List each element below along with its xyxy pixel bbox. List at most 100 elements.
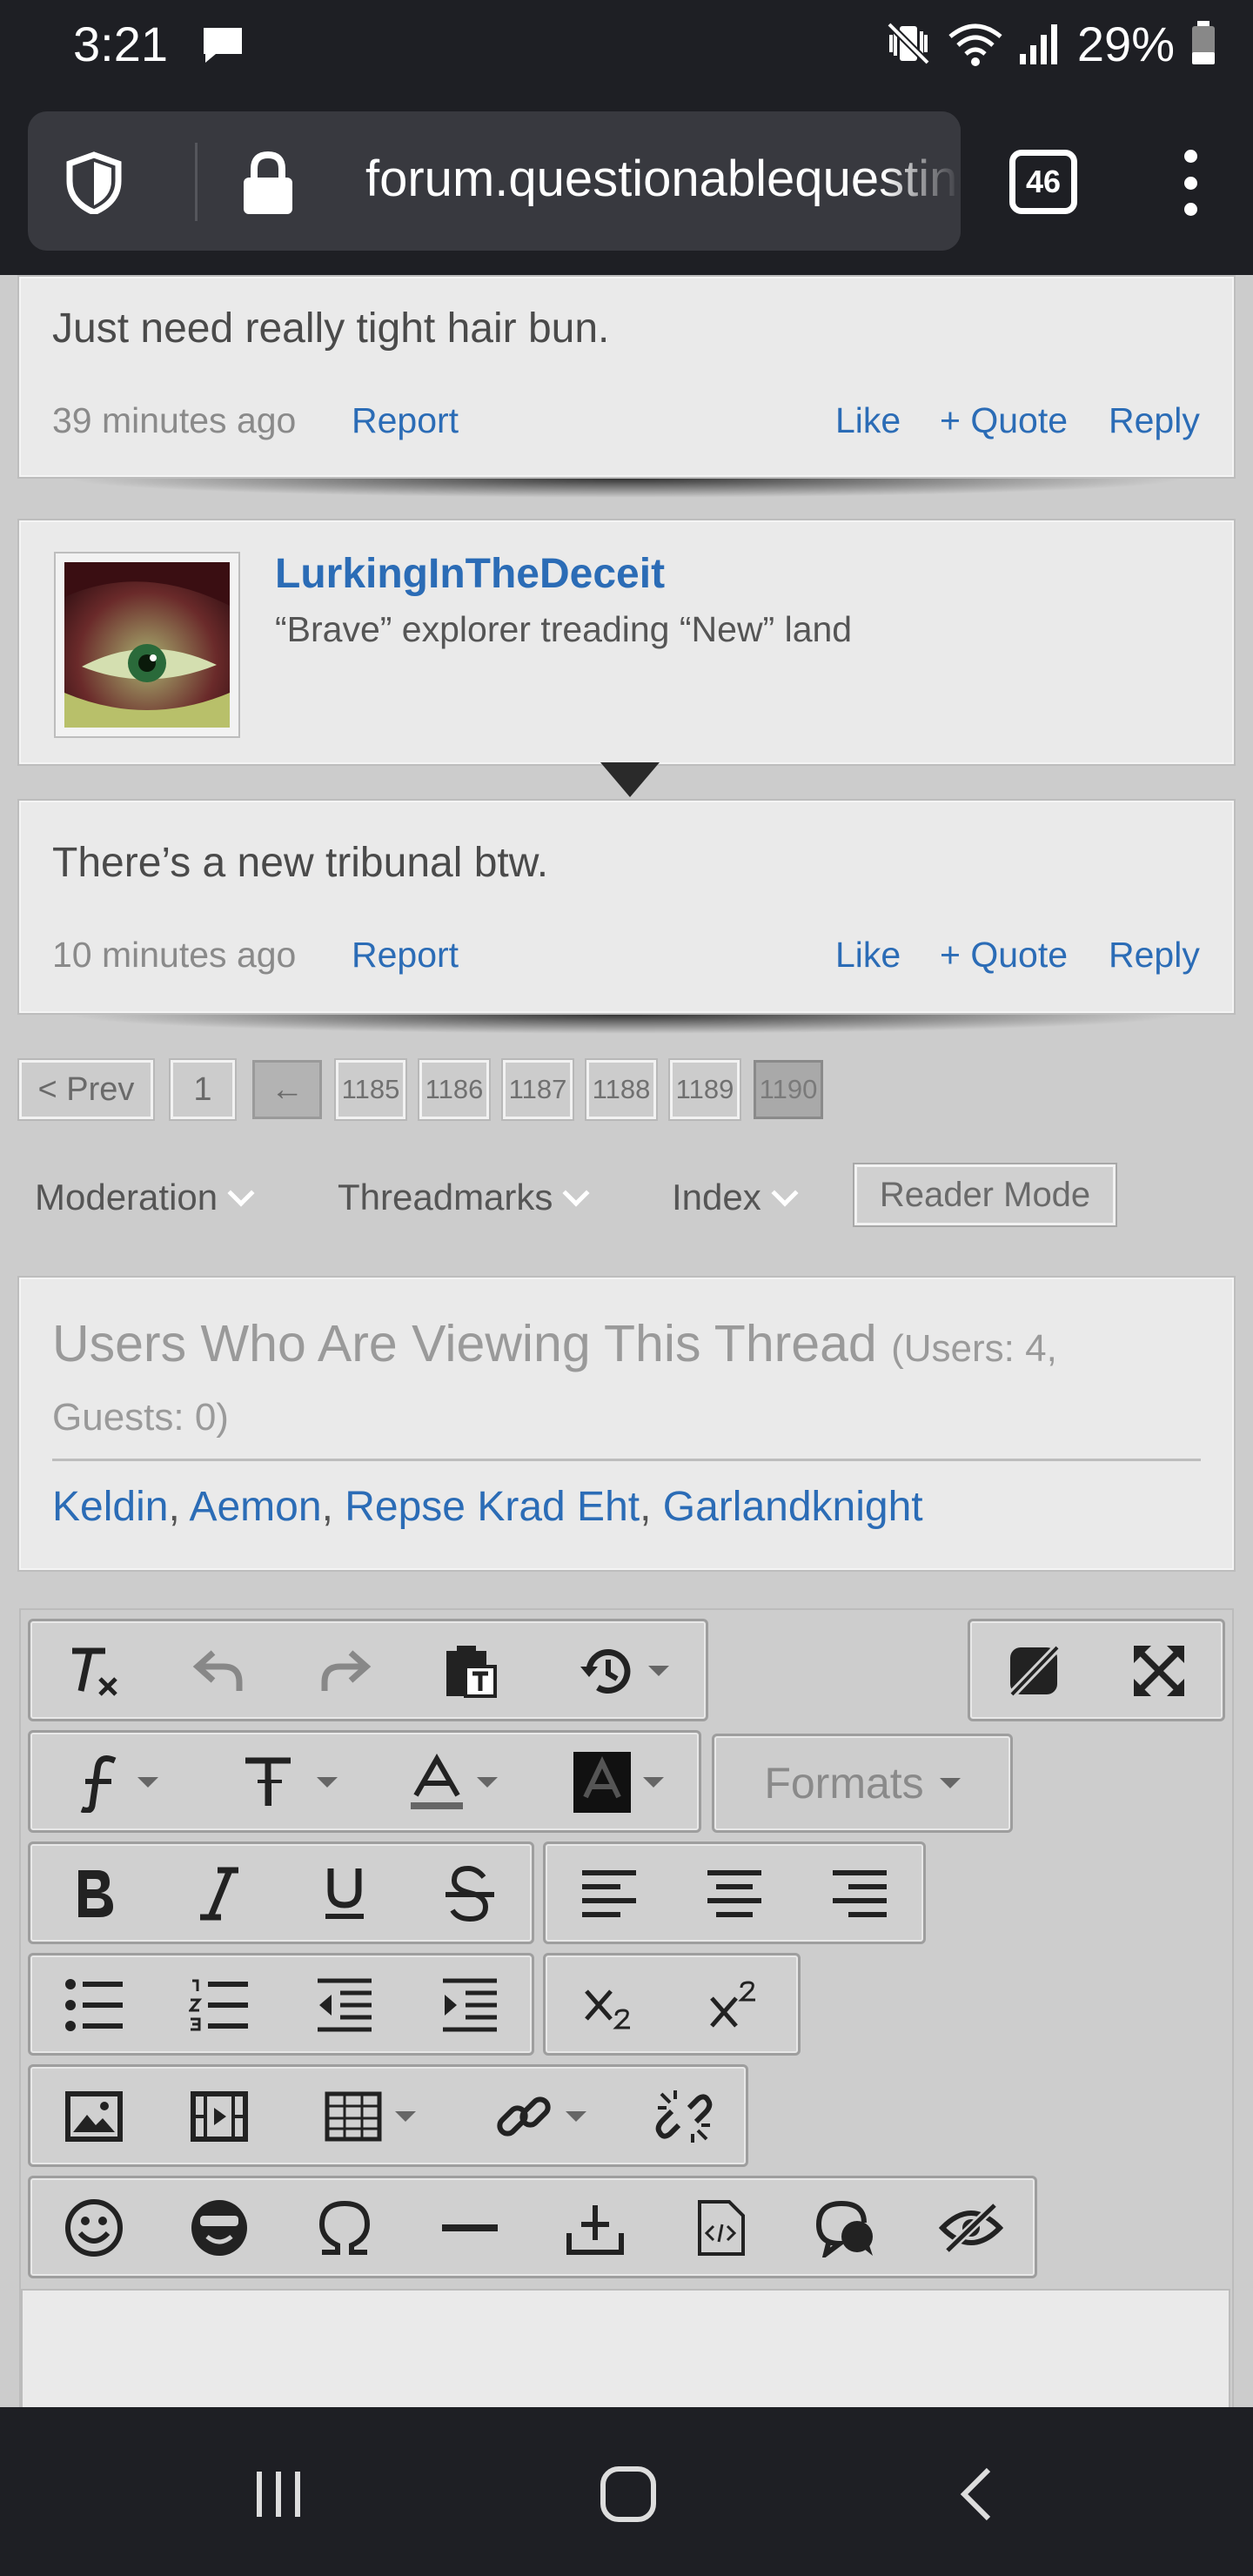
- reply-link[interactable]: Reply: [1109, 400, 1200, 441]
- caret-down-icon: [939, 1778, 961, 1788]
- remove-format-icon[interactable]: [50, 1627, 137, 1714]
- home-icon[interactable]: [576, 2442, 680, 2546]
- image-icon[interactable]: [50, 2073, 137, 2160]
- report-link[interactable]: Report: [352, 400, 459, 441]
- page-jump-button[interactable]: ←: [252, 1060, 322, 1119]
- page-link[interactable]: 1185: [336, 1060, 405, 1119]
- back-icon[interactable]: [926, 2442, 1030, 2546]
- threadmarks-menu[interactable]: Threadmarks: [338, 1177, 590, 1218]
- page-link[interactable]: 1186: [419, 1060, 489, 1119]
- chevron-down-icon: [771, 1179, 799, 1207]
- vibrate-mute-icon: [887, 22, 930, 65]
- smilie-icon[interactable]: [50, 2184, 137, 2271]
- strikethrough-icon[interactable]: [426, 1850, 513, 1937]
- code-icon[interactable]: [677, 2184, 764, 2271]
- recent-apps-icon[interactable]: [226, 2442, 331, 2546]
- unlink-icon[interactable]: [640, 2073, 727, 2160]
- viewer-link[interactable]: Garlandknight: [663, 1484, 923, 1530]
- menu-dot: [1183, 150, 1197, 163]
- outdent-icon[interactable]: [301, 1962, 388, 2049]
- tab-count-button[interactable]: 46: [1009, 150, 1077, 214]
- align-left-icon[interactable]: [566, 1850, 653, 1937]
- message-input[interactable]: [21, 2289, 1230, 2411]
- indent-icon[interactable]: [426, 1962, 513, 2049]
- spoiler-icon[interactable]: [928, 2184, 1015, 2271]
- chevron-down-icon: [562, 1179, 590, 1207]
- horizontal-rule-icon[interactable]: [426, 2184, 513, 2271]
- italic-icon[interactable]: [176, 1850, 263, 1937]
- quote-icon[interactable]: [802, 2184, 889, 2271]
- page-link[interactable]: 1189: [670, 1060, 740, 1119]
- subscript-icon[interactable]: [566, 1962, 653, 2049]
- font-family-icon[interactable]: [50, 1739, 181, 1826]
- battery-percent: 29%: [1076, 16, 1175, 71]
- reader-mode-button[interactable]: Reader Mode: [854, 1164, 1116, 1225]
- redo-icon[interactable]: [301, 1627, 388, 1714]
- background-color-icon[interactable]: [553, 1739, 684, 1826]
- wifi-icon: [948, 23, 1002, 66]
- like-link[interactable]: Like: [835, 935, 901, 976]
- special-character-icon[interactable]: [301, 2184, 388, 2271]
- url-text[interactable]: forum.questionablequesting.com: [365, 150, 961, 208]
- viewer-link[interactable]: Repse Krad Eht: [345, 1484, 640, 1530]
- caret-down-icon: [317, 1777, 338, 1788]
- caret-down-icon: [566, 2111, 586, 2122]
- page-link-first[interactable]: 1: [171, 1060, 235, 1119]
- username-link[interactable]: LurkingInTheDeceit: [275, 550, 665, 598]
- viewer-separator: ,: [640, 1484, 663, 1530]
- overflow-menu-icon[interactable]: [1175, 150, 1206, 216]
- undo-icon[interactable]: [176, 1627, 263, 1714]
- bold-icon[interactable]: [50, 1850, 137, 1937]
- report-link[interactable]: Report: [352, 935, 459, 976]
- quote-link[interactable]: + Quote: [940, 935, 1068, 976]
- underline-icon[interactable]: [301, 1850, 388, 1937]
- viewers-guests-count: Guests: 0): [52, 1396, 229, 1439]
- post-shadow: [64, 1015, 1187, 1034]
- page-link-current[interactable]: 1190: [754, 1060, 823, 1119]
- caret-down-icon: [643, 1777, 664, 1788]
- like-link[interactable]: Like: [835, 400, 901, 441]
- avatar-image[interactable]: [64, 562, 230, 728]
- table-icon[interactable]: [305, 2073, 435, 2160]
- message-notification-icon: [204, 28, 242, 63]
- user-title: “Brave” explorer treading “New” land: [275, 609, 853, 649]
- page-link[interactable]: 1188: [586, 1060, 656, 1119]
- post-message-text: There’s a new tribunal btw.: [52, 840, 549, 886]
- text-color-icon[interactable]: [388, 1739, 519, 1826]
- post-timestamp[interactable]: 39 minutes ago: [52, 400, 296, 441]
- insert-icon[interactable]: [552, 2184, 639, 2271]
- align-right-icon[interactable]: [816, 1850, 903, 1937]
- link-icon[interactable]: [475, 2073, 606, 2160]
- toggle-bbcode-icon[interactable]: [990, 1627, 1077, 1714]
- formats-dropdown[interactable]: Formats: [712, 1734, 1013, 1833]
- post-timestamp[interactable]: 10 minutes ago: [52, 935, 296, 976]
- superscript-icon[interactable]: [691, 1962, 778, 2049]
- moderation-menu[interactable]: Moderation: [35, 1177, 255, 1218]
- reply-link[interactable]: Reply: [1109, 935, 1200, 976]
- avatar[interactable]: [54, 552, 240, 738]
- status-icons: 29%: [884, 16, 1218, 71]
- numbered-list-icon[interactable]: [176, 1962, 263, 2049]
- index-menu[interactable]: Index: [672, 1177, 799, 1218]
- align-center-icon[interactable]: [691, 1850, 778, 1937]
- bullet-list-icon[interactable]: [50, 1962, 137, 2049]
- prev-page-button[interactable]: < Prev: [19, 1060, 153, 1119]
- paste-text-icon[interactable]: [426, 1627, 513, 1714]
- viewer-link[interactable]: Keldin: [52, 1484, 168, 1530]
- viewer-link[interactable]: Aemon: [189, 1484, 321, 1530]
- smilie-alt-icon[interactable]: [176, 2184, 263, 2271]
- post-shadow: [64, 479, 1187, 498]
- signal-icon: [1019, 24, 1057, 64]
- address-bar[interactable]: forum.questionablequesting.com: [28, 111, 961, 251]
- media-icon[interactable]: [176, 2073, 263, 2160]
- caret-down-icon: [477, 1777, 498, 1788]
- system-nav-bar: [0, 2407, 1253, 2576]
- shield-icon[interactable]: [66, 151, 122, 214]
- font-size-icon[interactable]: [224, 1739, 355, 1826]
- page-link[interactable]: 1187: [503, 1060, 573, 1119]
- lock-icon[interactable]: [238, 150, 298, 216]
- fullscreen-icon[interactable]: [1116, 1627, 1203, 1714]
- index-label: Index: [672, 1177, 761, 1218]
- restore-draft-icon[interactable]: [557, 1627, 687, 1714]
- quote-link[interactable]: + Quote: [940, 400, 1068, 441]
